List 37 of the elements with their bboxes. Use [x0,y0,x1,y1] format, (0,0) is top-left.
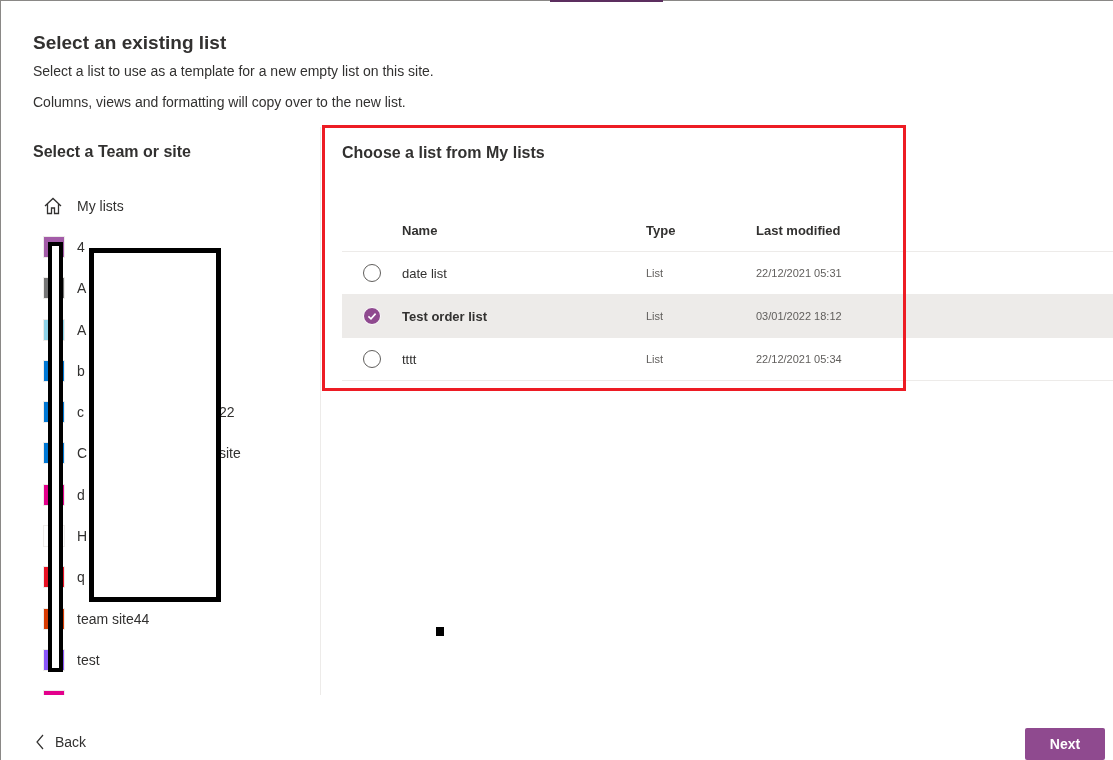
column-header: Type [646,223,677,238]
column-header: Name [402,223,439,238]
list-row[interactable]: Test order list List 03/01/2022 18:12 [342,295,1113,338]
dialog-title: Select an existing list [33,32,228,55]
site-name[interactable]: c [77,404,84,421]
modified-date: 22/12/2021 05:31 [756,267,843,279]
list-name: tttt [402,351,418,367]
panel-heading: Choose a list from My lists [342,144,546,163]
modified-date: 03/01/2022 18:12 [756,310,843,322]
chevron-left-icon [35,734,45,750]
site-name[interactable]: d [77,486,85,503]
radio-button[interactable] [363,350,381,368]
site-name[interactable]: q [77,569,85,586]
description-text: Select a list to use as a template for a new empty list on this site. [33,63,435,80]
back-button[interactable]: Back [33,730,89,754]
radio-button[interactable] [363,264,381,282]
panel-heading: Select a Team or site [33,143,192,162]
list-type: List [646,310,665,322]
list-name: Test order list [402,308,488,324]
modified-date: 22/12/2021 05:34 [756,353,843,365]
site-name[interactable]: A [77,321,87,338]
site-name[interactable]: test [77,651,100,668]
next-button[interactable]: Next [1025,728,1105,760]
list-type: List [646,267,665,279]
site-name[interactable]: C [77,445,88,462]
site-name[interactable]: b [77,362,85,379]
column-header: Last modified [756,223,842,238]
site-name[interactable]: 4 [77,238,85,255]
site-name[interactable]: A [77,280,87,297]
list-name: date list [402,265,448,281]
list-row[interactable]: tttt List 22/12/2021 05:34 [342,338,1113,381]
site-name[interactable]: team site44 [77,610,150,627]
list-type: List [646,353,665,365]
home-icon [43,195,63,216]
site-name[interactable]: My lists [77,197,124,214]
site-name[interactable]: H [77,528,88,544]
description-text: Columns, views and formatting will copy over to the new list. [33,94,407,111]
